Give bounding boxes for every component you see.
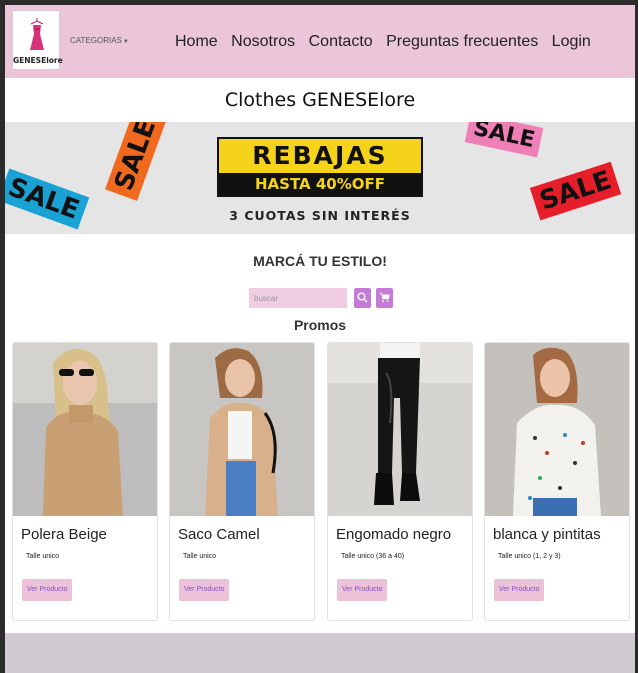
nav-link-faq[interactable]: Preguntas frecuentes [386,33,538,50]
product-image-polera-beige[interactable] [13,343,157,516]
nav-link-nosotros[interactable]: Nosotros [231,33,295,50]
categories-label: CATEGORIAS [70,36,122,45]
product-name: Saco Camel [178,526,260,543]
product-name: blanca y pintitas [493,526,601,543]
sale-tag-blue: SALE [5,168,90,230]
nav-link-home[interactable]: Home [175,33,218,50]
banner-installments: 3 CUOTAS SIN INTERÉS [229,208,411,223]
nav-link-contacto[interactable]: Contacto [309,33,373,50]
ver-producto-button[interactable]: Ver Producto [494,579,545,601]
product-size: Talle unico [183,553,217,560]
caret-down-icon: ▼ [122,39,129,45]
sale-tag-pink: SALE [464,122,544,158]
cart-button[interactable] [376,288,393,308]
search-icon [357,292,368,303]
brand-logo-text: GENESElore [13,56,63,65]
sale-banner: SALE SALE SALE SALE REBAJAS HASTA 40%OFF… [5,122,635,234]
product-card: Polera Beige Talle unico Ver Producto [12,342,158,621]
product-name: Engomado negro [336,526,452,543]
sale-tag-orange: SALE [105,122,167,201]
nav-link-login[interactable]: Login [552,33,591,50]
product-card: Engomado negro Talle unico (36 a 40) Ver… [327,342,473,621]
product-size: Talle unico (36 a 40) [341,553,405,560]
rebajas-box: REBAJAS HASTA 40%OFF [217,137,423,197]
page-frame: GENESElore CATEGORIAS▼ Home Nosotros Con… [5,5,635,673]
product-size: Talle unico (1, 2 y 3) [498,553,561,560]
product-image-saco-camel[interactable] [170,343,314,516]
search-input[interactable] [249,288,347,308]
categories-dropdown[interactable]: CATEGORIAS▼ [70,36,129,45]
ver-producto-button[interactable]: Ver Producto [22,579,73,601]
brand-logo[interactable]: GENESElore [12,10,63,70]
nav-links: Home Nosotros Contacto Preguntas frecuen… [175,33,600,51]
ver-producto-button[interactable]: Ver Producto [179,579,230,601]
cart-icon [379,292,390,303]
slogan: MARCÁ TU ESTILO! [253,253,387,269]
promos-heading: Promos [293,317,347,333]
dress-hanger-icon [30,18,44,50]
product-image-blanca-y-pintitas[interactable] [485,343,629,516]
product-card: blanca y pintitas Talle unico (1, 2 y 3)… [484,342,630,621]
product-name: Polera Beige [21,526,107,543]
banner-headline: REBAJAS [252,141,388,170]
product-card: Saco Camel Talle unico Ver Producto [169,342,315,621]
sale-tag-red: SALE [529,161,622,221]
product-image-engomado-negro[interactable] [328,343,472,516]
product-size: Talle unico [26,553,60,560]
banner-subline: HASTA 40%OFF [219,173,421,195]
ver-producto-button[interactable]: Ver Producto [337,579,388,601]
page-title: Clothes GENESElore [224,89,416,111]
footer [5,633,635,673]
search-button[interactable] [354,288,371,308]
navbar: GENESElore CATEGORIAS▼ Home Nosotros Con… [5,5,635,78]
